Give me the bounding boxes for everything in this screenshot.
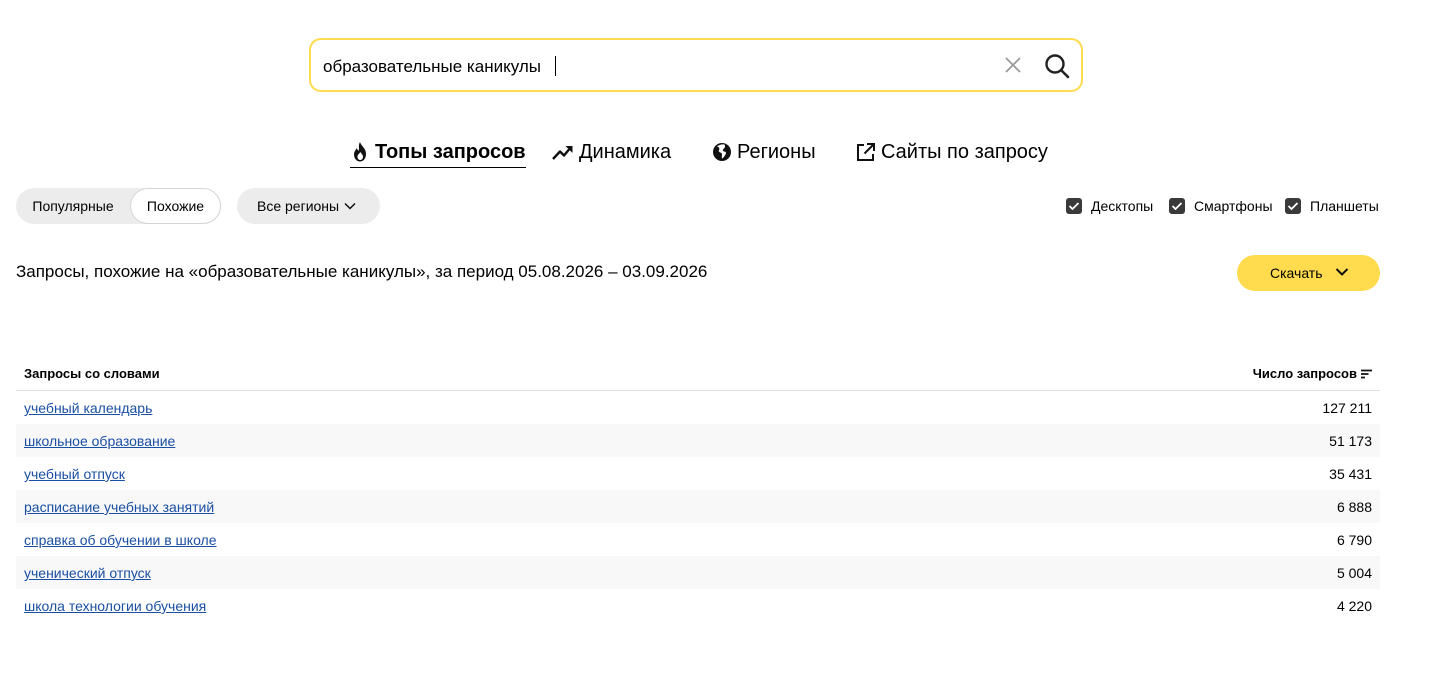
tab-top-queries[interactable]: Топы запросов (350, 138, 526, 168)
tab-sites[interactable]: Сайты по запросу (855, 138, 1048, 166)
checkbox[interactable] (1285, 198, 1301, 214)
trend-icon (552, 146, 573, 160)
table-row: расписание учебных занятий 6 888 (16, 490, 1380, 523)
table-row: школа технологии обучения 4 220 (16, 589, 1380, 622)
column-header-query: Запросы со словами (24, 366, 160, 381)
table-row: учебный отпуск 35 431 (16, 457, 1380, 490)
region-select[interactable]: Все регионы (237, 188, 380, 224)
download-button[interactable]: Скачать (1237, 255, 1380, 291)
device-desktop-checkbox[interactable]: Десктопы (1066, 197, 1153, 215)
query-link[interactable]: школа технологии обучения (24, 598, 206, 614)
mode-popular-button[interactable]: Популярные (16, 188, 130, 224)
close-icon (1005, 57, 1021, 73)
result-heading: Запросы, похожие на «образовательные кан… (16, 262, 708, 281)
query-count: 127 211 (1322, 400, 1372, 416)
tab-dynamics-label: Динамика (579, 140, 672, 163)
fire-icon (354, 142, 366, 162)
mode-similar-button[interactable]: Похожие (130, 188, 221, 224)
device-tablet-label: Планшеты (1310, 198, 1379, 214)
column-header-count-label: Число запросов (1252, 366, 1357, 381)
query-count: 6 790 (1336, 532, 1372, 548)
device-tablet-checkbox[interactable]: Планшеты (1285, 197, 1379, 215)
query-link[interactable]: учебный календарь (24, 400, 152, 416)
query-link[interactable]: ученический отпуск (24, 565, 151, 581)
tab-dynamics[interactable]: Динамика (552, 138, 671, 166)
query-count: 35 431 (1329, 466, 1372, 482)
query-count: 51 173 (1329, 433, 1372, 449)
chevron-down-icon (344, 202, 356, 210)
download-button-label: Скачать (1270, 265, 1323, 281)
sort-icon (1361, 369, 1372, 378)
table-row: школьное образование 51 173 (16, 424, 1380, 457)
table-header: Запросы со словами Число запросов (16, 357, 1380, 391)
queries-table: Запросы со словами Число запросов учебны… (16, 357, 1380, 622)
mode-toggle: Популярные Похожие (16, 188, 221, 224)
query-link[interactable]: учебный отпуск (24, 466, 125, 482)
region-select-label: Все регионы (257, 198, 340, 214)
tab-sites-label: Сайты по запросу (881, 140, 1048, 163)
query-link[interactable]: справка об обучении в школе (24, 532, 217, 548)
query-link[interactable]: расписание учебных занятий (24, 499, 214, 515)
globe-icon (713, 143, 731, 161)
checkbox[interactable] (1066, 198, 1082, 214)
check-icon (1068, 202, 1080, 211)
column-header-count[interactable]: Число запросов (1253, 366, 1372, 381)
query-count: 5 004 (1336, 565, 1372, 581)
table-row: учебный календарь 127 211 (16, 391, 1380, 424)
table-row: ученический отпуск 5 004 (16, 556, 1380, 589)
text-caret (555, 56, 556, 76)
device-desktop-label: Десктопы (1091, 198, 1154, 214)
check-icon (1287, 202, 1299, 211)
device-smartphone-checkbox[interactable]: Смартфоны (1169, 197, 1273, 215)
tab-regions-label: Регионы (737, 140, 816, 163)
query-link[interactable]: школьное образование (24, 433, 175, 449)
device-smartphone-label: Смартфоны (1194, 198, 1273, 214)
query-count: 4 220 (1336, 598, 1372, 614)
search-icon (1045, 54, 1070, 79)
tab-regions[interactable]: Регионы (712, 138, 816, 166)
checkbox[interactable] (1169, 198, 1185, 214)
search-box (309, 38, 1083, 94)
chevron-down-icon (1335, 268, 1349, 276)
clear-search-button[interactable] (1003, 55, 1023, 75)
tab-top-queries-label: Топы запросов (375, 140, 526, 163)
check-icon (1171, 202, 1183, 211)
table-body: учебный календарь 127 211 школьное образ… (16, 391, 1380, 622)
search-button[interactable] (1043, 52, 1071, 80)
query-count: 6 888 (1336, 499, 1372, 515)
table-row: справка об обучении в школе 6 790 (16, 523, 1380, 556)
external-link-icon (857, 142, 875, 161)
page: Топы запросов Динамика Регионы Сайты по … (0, 0, 1446, 682)
search-input[interactable] (323, 40, 983, 94)
